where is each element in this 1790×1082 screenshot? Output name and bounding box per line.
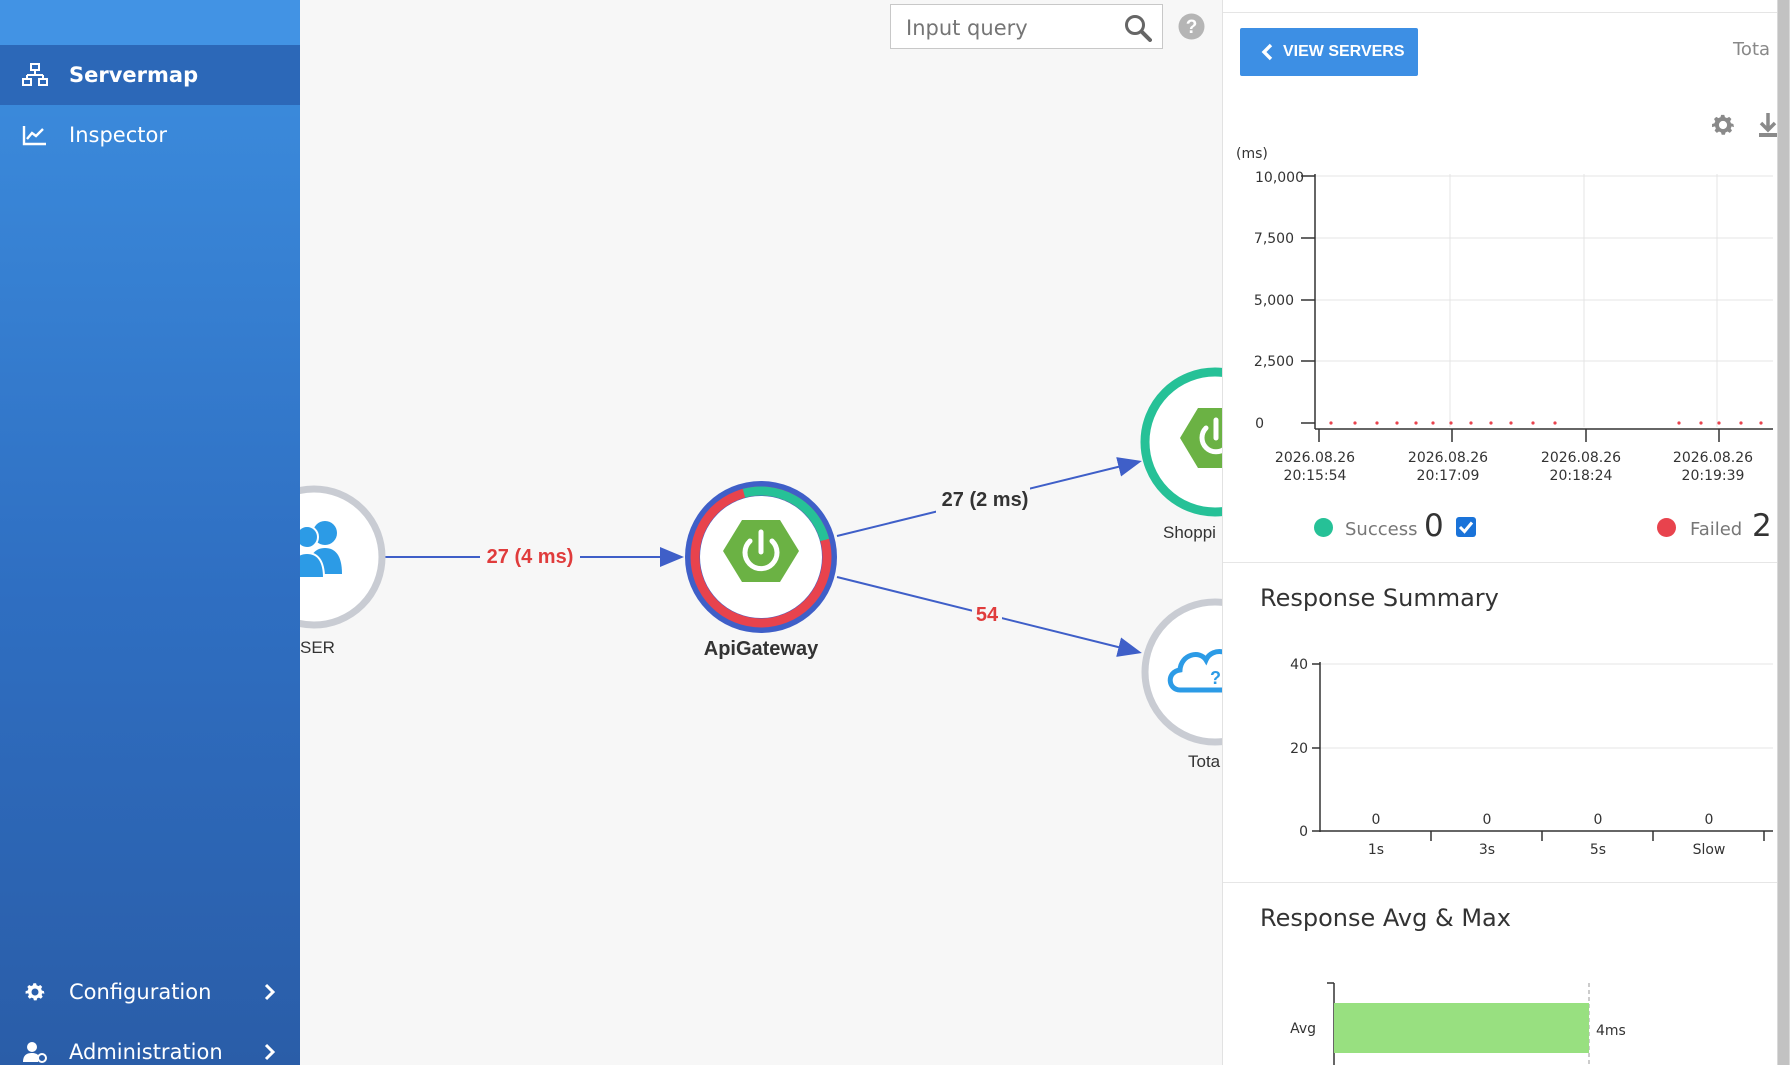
scrollbar-thumb[interactable] [1778, 0, 1789, 1065]
y-tick-label: 20 [1290, 741, 1308, 757]
x-tick-date: 2026.08.26 [1541, 450, 1621, 466]
avg-label: Avg [1290, 1021, 1316, 1037]
gear-icon [25, 983, 45, 1001]
response-avg-max-chart[interactable]: Avg 4ms [1223, 975, 1778, 1065]
svg-text:?: ? [1186, 17, 1198, 38]
x-tick-date: 2026.08.26 [1673, 450, 1753, 466]
check-icon [1458, 521, 1474, 534]
x-tick-label: 3s [1479, 842, 1495, 858]
download-icon[interactable] [1758, 111, 1778, 139]
info-panel: VIEW SERVERS Tota (ms) 10,000 7,500 5,00… [1222, 0, 1778, 1065]
x-tick-label: 1s [1368, 842, 1384, 858]
failed-count: 2 [1752, 508, 1772, 544]
bar-value-label: 0 [1594, 812, 1603, 828]
failed-dot [1657, 518, 1676, 537]
success-checkbox[interactable] [1456, 517, 1476, 537]
help-icon[interactable]: ? [1178, 13, 1205, 40]
gear-icon[interactable] [1709, 111, 1737, 139]
servermap-icon [22, 63, 48, 86]
node-shopping[interactable]: Shoppi [1140, 367, 1222, 542]
search-input[interactable] [891, 5, 1133, 50]
avg-value-label: 4ms [1596, 1023, 1626, 1039]
x-tick-time: 20:17:09 [1417, 468, 1480, 484]
node-label: SER [300, 638, 335, 657]
divider [1223, 882, 1778, 883]
node-total[interactable]: ? Tota [1141, 598, 1222, 771]
success-dot [1314, 518, 1333, 537]
x-tick-label: Slow [1693, 842, 1726, 858]
sidebar-item-administration[interactable]: Administration [0, 1022, 300, 1082]
admin-icon [23, 1042, 47, 1063]
sidebar-item-label: Administration [69, 1040, 223, 1064]
chevron-right-icon [264, 983, 276, 1001]
sidebar-item-configuration[interactable]: Configuration [0, 962, 300, 1022]
response-summary-title: Response Summary [1260, 584, 1499, 612]
node-user[interactable]: SER [300, 485, 386, 657]
y-tick-label: 0 [1299, 824, 1308, 840]
failed-points [1329, 421, 1763, 425]
y-tick-label: 2,500 [1254, 354, 1294, 370]
edge-label[interactable]: 27 (4 ms) [487, 546, 574, 568]
x-tick-time: 20:15:54 [1284, 468, 1347, 484]
y-tick-label: 5,000 [1254, 293, 1294, 309]
chevron-left-icon [1261, 43, 1273, 61]
avg-bar [1334, 1003, 1589, 1053]
bar-value-label: 0 [1372, 812, 1381, 828]
response-avg-max-title: Response Avg & Max [1260, 904, 1511, 932]
node-label: ApiGateway [704, 638, 819, 660]
total-label: Tota [1733, 39, 1771, 60]
sidebar-item-servermap[interactable]: Servermap [0, 45, 300, 105]
search-icon[interactable] [1124, 14, 1152, 42]
x-tick-date: 2026.08.26 [1275, 450, 1355, 466]
node-label: Tota [1188, 752, 1221, 771]
y-axis-unit: (ms) [1236, 146, 1268, 162]
sidebar-item-label: Servermap [69, 63, 199, 87]
sidebar-top-band [0, 0, 300, 45]
success-label: Success [1345, 519, 1418, 540]
sidebar-item-inspector[interactable]: Inspector [0, 105, 300, 165]
node-label: Shoppi [1163, 523, 1216, 542]
sidebar-item-label: Inspector [69, 123, 167, 147]
servermap-canvas[interactable]: 27 (4 ms) 27 (2 ms) 54 SER ApiGateway Sh… [300, 0, 1222, 1065]
edge-label[interactable]: 54 [976, 604, 999, 626]
svg-text:?: ? [1210, 668, 1221, 688]
divider [1223, 562, 1778, 563]
view-servers-button[interactable]: VIEW SERVERS [1240, 28, 1418, 76]
scatter-legend: Success 0 Failed 2 [1223, 508, 1778, 548]
divider [1223, 12, 1778, 13]
x-tick-time: 20:19:39 [1682, 468, 1745, 484]
y-tick-label: 40 [1290, 657, 1308, 673]
success-count: 0 [1424, 508, 1444, 544]
servermap-graph: 27 (4 ms) 27 (2 ms) 54 SER ApiGateway Sh… [300, 367, 1222, 771]
bar-value-label: 0 [1705, 812, 1714, 828]
y-tick-label: 7,500 [1254, 231, 1294, 247]
x-tick-date: 2026.08.26 [1408, 450, 1488, 466]
response-scatter-chart[interactable]: (ms) 10,000 7,500 5,000 2,500 0 2026.08.… [1223, 140, 1778, 495]
bar-value-label: 0 [1483, 812, 1492, 828]
search-box [890, 4, 1163, 50]
edge-label[interactable]: 27 (2 ms) [942, 489, 1029, 511]
response-summary-chart[interactable]: 40 20 0 0 0 0 0 1s 3s 5s Slow [1223, 648, 1778, 868]
y-tick-label: 0 [1255, 416, 1264, 432]
x-tick-label: 5s [1590, 842, 1606, 858]
failed-label: Failed [1690, 519, 1743, 540]
sidebar-item-label: Configuration [69, 980, 212, 1004]
y-tick-label: 10,000 [1255, 170, 1304, 186]
x-tick-time: 20:18:24 [1550, 468, 1613, 484]
node-apigateway[interactable]: ApiGateway [685, 476, 837, 660]
chevron-right-icon [264, 1043, 276, 1061]
view-servers-label: VIEW SERVERS [1283, 43, 1405, 60]
inspector-icon [22, 126, 46, 146]
sidebar: Servermap Inspector Configuration Admini… [0, 0, 300, 1065]
